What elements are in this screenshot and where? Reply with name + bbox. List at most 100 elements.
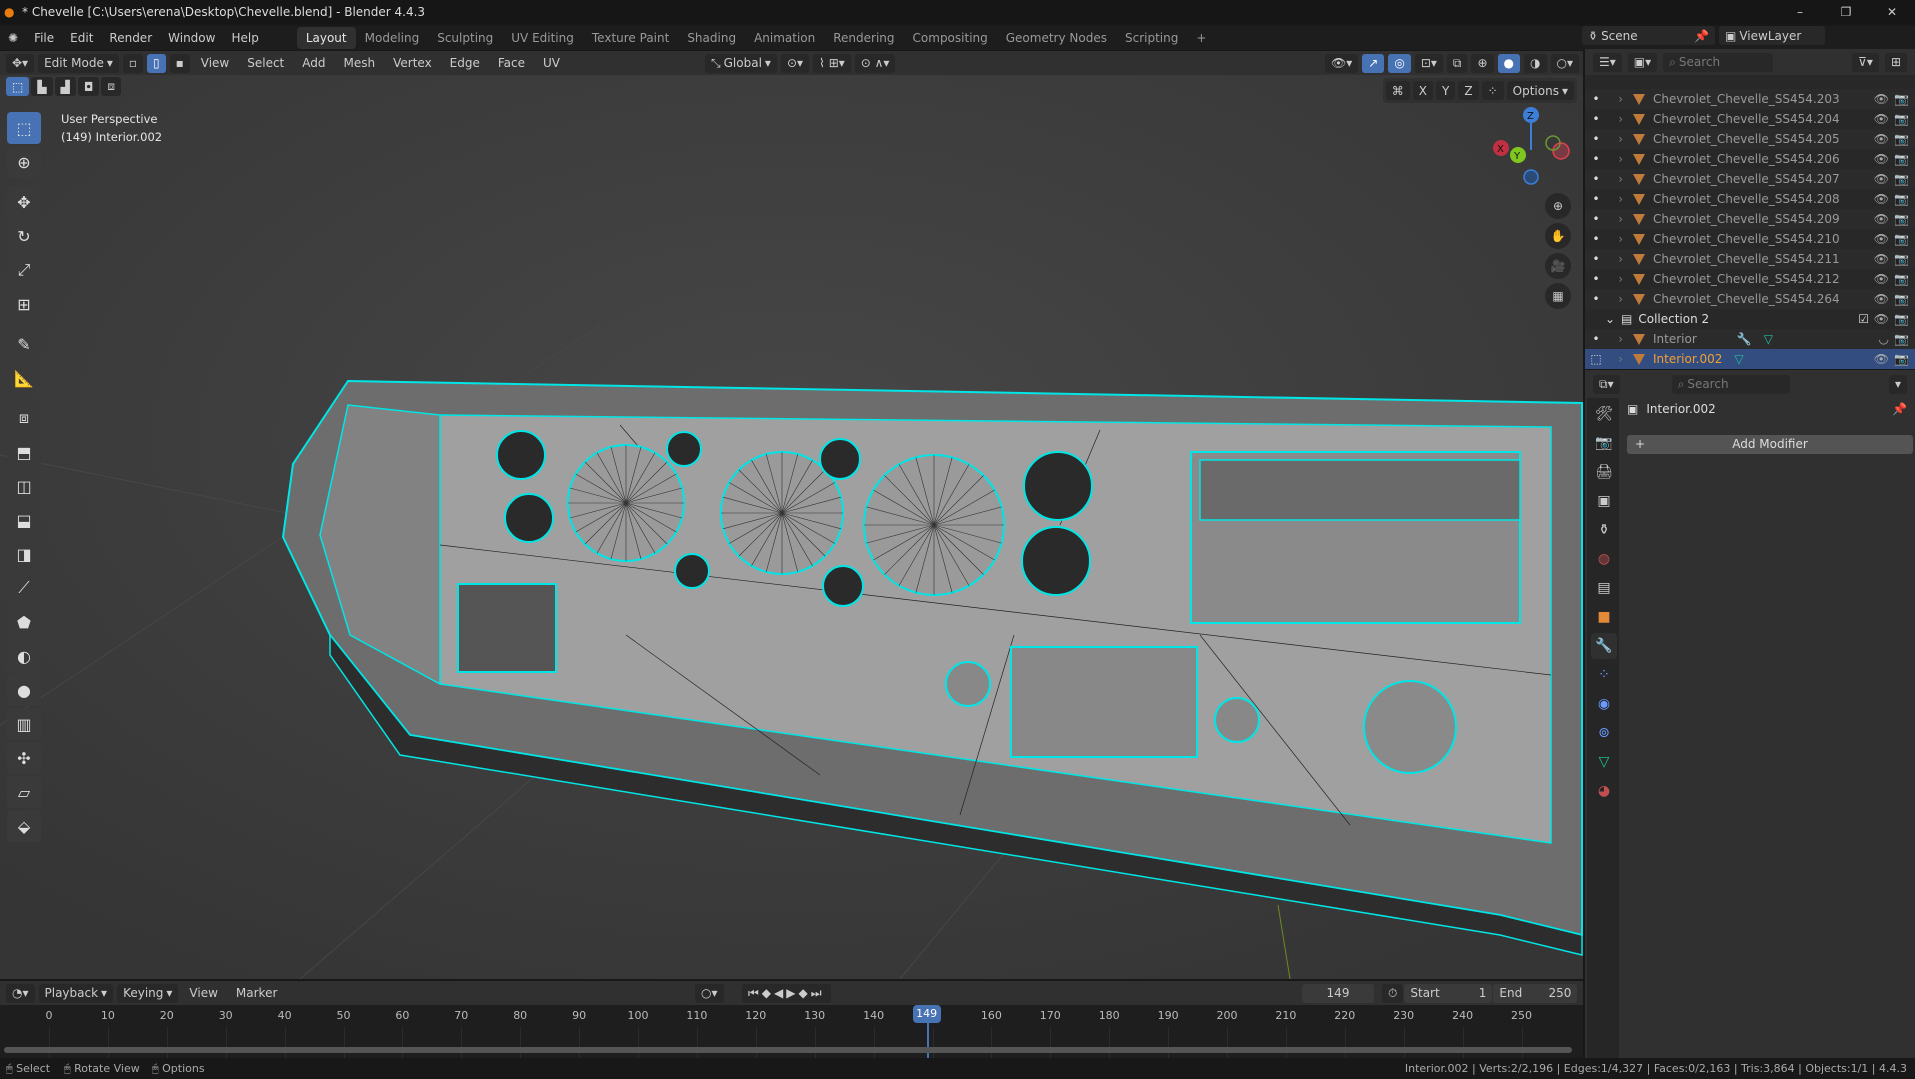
edge-select-mode[interactable]: ▯ <box>147 53 166 73</box>
expand-icon[interactable]: › <box>1607 112 1633 126</box>
tab-animation[interactable]: Animation <box>745 27 824 49</box>
material-tab-icon[interactable]: ◕ <box>1591 778 1617 804</box>
menu-add[interactable]: Add <box>295 56 332 70</box>
tool-scale-icon[interactable]: ⤢ <box>7 254 41 286</box>
shading-solid[interactable]: ● <box>1497 53 1521 73</box>
filter-icon[interactable]: ⊽▾ <box>1852 52 1879 72</box>
tool-select-box-icon[interactable]: ⬚ <box>7 112 41 144</box>
camera-icon[interactable]: 📷 <box>1894 252 1909 266</box>
menu-edit[interactable]: Edit <box>62 31 101 45</box>
tool-tab-icon[interactable]: 🛠 <box>1591 401 1617 427</box>
camera-icon[interactable]: 📷 <box>1894 192 1909 206</box>
eye-icon[interactable]: 👁 <box>1874 112 1889 126</box>
tool-edge-slide-icon[interactable]: ▥ <box>7 708 41 740</box>
timeline-scrollbar[interactable] <box>4 1047 1572 1053</box>
keying-menu[interactable]: Keying ▾ <box>117 983 179 1003</box>
tab-layout[interactable]: Layout <box>296 27 356 49</box>
tool-move-icon[interactable]: ✥ <box>7 186 41 218</box>
scene-tab-icon[interactable]: ⚱ <box>1591 517 1617 543</box>
end-frame-field[interactable]: End 250 <box>1493 983 1578 1003</box>
menu-select[interactable]: Select <box>240 56 291 70</box>
scene-selector[interactable]: ⚱ Scene 📌 <box>1582 26 1716 45</box>
expand-icon[interactable]: › <box>1607 272 1633 286</box>
tab-modeling[interactable]: Modeling <box>356 27 429 49</box>
properties-search[interactable]: ⌕ Search <box>1671 374 1790 394</box>
gizmo-toggle[interactable]: ↗ <box>1362 53 1385 73</box>
view-layer-selector[interactable]: ▣ ViewLayer <box>1719 26 1826 45</box>
proportional-edit-button[interactable]: ⊙ ∧▾ <box>854 53 896 73</box>
display-mode-icon[interactable]: ☰▾ <box>1593 52 1622 72</box>
tool-shear-icon[interactable]: ▱ <box>7 776 41 808</box>
transform-orientation-selector[interactable]: ⤡ Global ▾ <box>705 53 777 73</box>
mirror-x[interactable]: X <box>1412 81 1434 100</box>
tool-poly-build-icon[interactable]: ⬟ <box>7 606 41 638</box>
camera-icon[interactable]: 📷 <box>1894 332 1909 346</box>
tab-texture-paint[interactable]: Texture Paint <box>583 27 678 49</box>
properties-options-icon[interactable]: ▾ <box>1888 374 1907 394</box>
visibility-icon[interactable]: 👁▾ <box>1325 53 1359 73</box>
eye-icon[interactable]: 👁 <box>1874 132 1889 146</box>
expand-icon[interactable]: › <box>1607 192 1633 206</box>
eye-icon[interactable]: 👁 <box>1874 172 1889 186</box>
expand-icon[interactable]: › <box>1607 152 1633 166</box>
camera-icon[interactable]: 📷 <box>1894 272 1909 286</box>
3d-viewport[interactable]: User Perspective (149) Interior.002 ⬚ ▙ ▟ ◘… <box>0 75 1583 979</box>
expand-icon[interactable]: › <box>1607 352 1633 366</box>
camera-icon[interactable]: 📷 <box>1894 92 1909 106</box>
tool-spin-icon[interactable]: ◐ <box>7 640 41 672</box>
data-tab-icon[interactable]: ▽ <box>1591 749 1617 775</box>
menu-file[interactable]: File <box>26 31 62 45</box>
snap-button[interactable]: ⌇ ⊞▾ <box>813 53 851 73</box>
vertex-select-mode[interactable]: ▫ <box>122 53 143 73</box>
tab-geometry-nodes[interactable]: Geometry Nodes <box>997 27 1116 49</box>
menu-edge[interactable]: Edge <box>443 56 487 70</box>
tool-rip-icon[interactable]: ⬙ <box>7 810 41 842</box>
eye-icon[interactable]: 👁 <box>1874 212 1889 226</box>
outliner-item[interactable]: • › Chevrolet_Chevelle_SS454.210 👁 📷 <box>1585 229 1915 249</box>
expand-icon[interactable]: › <box>1607 212 1633 226</box>
collapse-icon[interactable]: ⌄ <box>1585 312 1621 326</box>
stopwatch-icon[interactable]: ⏱ <box>1382 983 1404 1003</box>
select-intersect-icon[interactable]: ⧈ <box>101 77 121 96</box>
menu-view[interactable]: View <box>194 56 236 70</box>
eye-icon[interactable]: 👁 <box>1874 232 1889 246</box>
outliner-item[interactable]: • › Chevrolet_Chevelle_SS454.211 👁 📷 <box>1585 249 1915 269</box>
eye-icon[interactable]: 👁 <box>1874 192 1889 206</box>
menu-mesh[interactable]: Mesh <box>337 56 383 70</box>
pan-hand-icon[interactable]: ✋ <box>1545 223 1571 249</box>
tab-shading[interactable]: Shading <box>678 27 745 49</box>
camera-icon[interactable]: 📷 <box>1894 112 1909 126</box>
mesh-edit-overlay[interactable]: ⊡▾ <box>1414 53 1443 73</box>
tool-cursor-icon[interactable]: ⊕ <box>7 146 41 178</box>
physics-tab-icon[interactable]: ◉ <box>1591 691 1617 717</box>
menu-render[interactable]: Render <box>101 31 160 45</box>
tool-loop-cut-icon[interactable]: ◨ <box>7 538 41 570</box>
select-new-icon[interactable]: ⬚ <box>6 77 30 96</box>
collection-tab-icon[interactable]: ▤ <box>1591 575 1617 601</box>
eye-icon[interactable]: ◡ <box>1879 332 1889 346</box>
outliner-item[interactable]: • › Interior 🔧 ▽ ◡ 📷 <box>1585 329 1915 349</box>
outliner-item[interactable]: • › Chevrolet_Chevelle_SS454.212 👁 📷 <box>1585 269 1915 289</box>
editor-type-button[interactable]: ✥▾ <box>6 53 35 73</box>
expand-icon[interactable]: › <box>1607 132 1633 146</box>
eye-icon[interactable]: 👁 <box>1874 292 1889 306</box>
add-modifier-button[interactable]: + Add Modifier <box>1627 435 1913 454</box>
tool-extrude-icon[interactable]: ⬒ <box>7 436 41 468</box>
tool-add-cube-icon[interactable]: ⧈ <box>7 402 41 434</box>
auto-keying-icon[interactable]: ○▾ <box>695 983 724 1003</box>
shading-rendered[interactable]: ○▾ <box>1550 53 1579 73</box>
outliner-item[interactable]: • › Chevrolet_Chevelle_SS454.205 👁 📷 <box>1585 129 1915 149</box>
outliner-item[interactable]: • › Chevrolet_Chevelle_SS454.206 👁 📷 <box>1585 149 1915 169</box>
mode-selector[interactable]: Edit Mode ▾ <box>38 53 119 73</box>
filter-scene-icon[interactable]: ▣▾ <box>1627 52 1658 72</box>
camera-icon[interactable]: 📷 <box>1894 232 1909 246</box>
playback-menu[interactable]: Playback ▾ <box>38 983 114 1003</box>
menu-face[interactable]: Face <box>491 56 532 70</box>
eye-icon[interactable]: 👁 <box>1874 92 1889 106</box>
outliner-item[interactable]: • › Chevrolet_Chevelle_SS454.204 👁 📷 <box>1585 109 1915 129</box>
maximize-button[interactable]: ❐ <box>1823 0 1869 24</box>
tool-rotate-icon[interactable]: ↻ <box>7 220 41 252</box>
shading-material[interactable]: ◑ <box>1524 53 1547 73</box>
tool-inset-icon[interactable]: ◫ <box>7 470 41 502</box>
ortho-grid-icon[interactable]: ▦ <box>1545 283 1571 309</box>
